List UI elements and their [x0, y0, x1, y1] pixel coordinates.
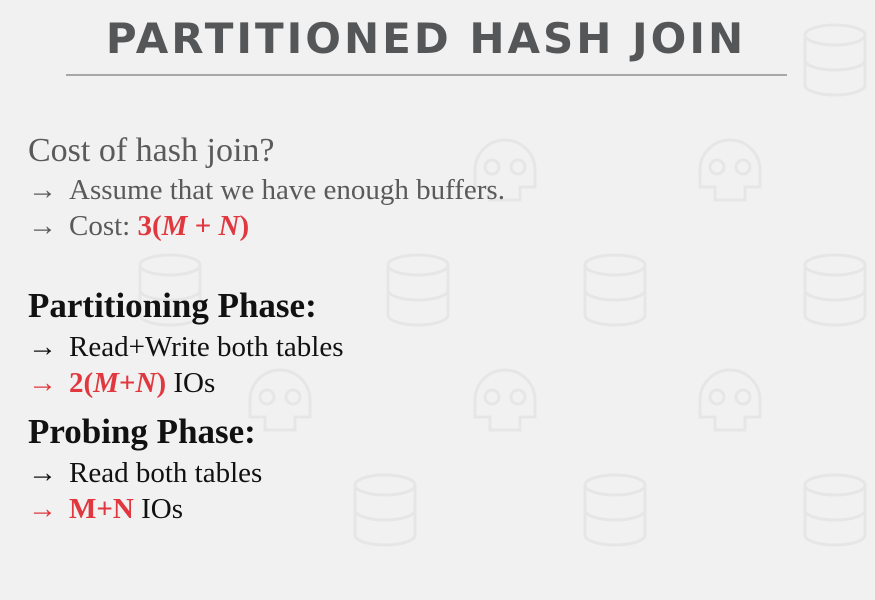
arrow-icon: → [28, 174, 57, 206]
arrow-icon: → [28, 457, 57, 489]
database-icon [353, 473, 417, 547]
probing-io-cost: → M+N IOs [28, 493, 183, 525]
database-icon [803, 253, 867, 327]
database-icon [803, 473, 867, 547]
partition-formula: 2(M+N) [69, 367, 167, 399]
arrow-icon: → [28, 331, 57, 363]
arrow-icon: → [28, 210, 57, 242]
skull-icon [698, 138, 762, 202]
assume-text: Assume that we have enough buffers. [69, 174, 505, 206]
arrow-icon: → [28, 493, 57, 525]
partitioning-heading: Partitioning Phase: [28, 286, 317, 325]
cost-formula: 3(M + N) [137, 210, 250, 242]
cost-line: → Cost: 3(M + N) [28, 210, 249, 243]
probing-heading: Probing Phase: [28, 412, 256, 451]
skull-icon [698, 368, 762, 432]
probing-read: → Read both tables [28, 457, 263, 489]
database-icon [803, 23, 867, 97]
arrow-icon: → [28, 367, 57, 399]
title-divider [66, 74, 787, 76]
partitioning-io-cost: → 2(M+N) IOs [28, 367, 216, 399]
slide-title: PARTITIONED HASH JOIN [105, 14, 747, 63]
cost-prefix: Cost: [69, 210, 138, 242]
database-icon [386, 253, 450, 327]
skull-icon [248, 368, 312, 432]
database-icon [583, 253, 647, 327]
probe-formula: M+N [69, 493, 134, 525]
database-icon [583, 473, 647, 547]
assume-line: → Assume that we have enough buffers. [28, 174, 505, 207]
skull-icon [473, 368, 537, 432]
cost-question: Cost of hash join? [28, 132, 275, 169]
partitioning-read-write: → Read+Write both tables [28, 331, 344, 363]
